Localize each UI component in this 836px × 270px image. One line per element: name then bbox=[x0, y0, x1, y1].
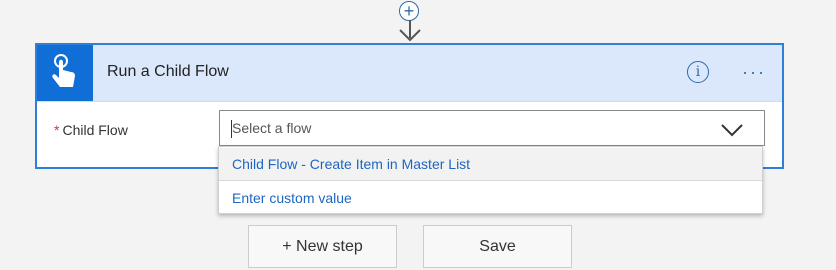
info-icon[interactable]: i bbox=[687, 61, 709, 83]
insert-step-button[interactable]: + bbox=[399, 1, 419, 21]
hand-tap-icon bbox=[52, 54, 75, 87]
save-button[interactable]: Save bbox=[423, 225, 572, 268]
child-flow-select-placeholder: Select a flow bbox=[232, 120, 312, 136]
arrow-down-icon bbox=[399, 20, 421, 42]
new-step-button[interactable]: + New step bbox=[248, 225, 397, 268]
required-marker: * bbox=[54, 122, 60, 138]
child-flow-label-text: Child Flow bbox=[62, 122, 128, 138]
plus-circle-icon: + bbox=[403, 1, 415, 21]
chevron-down-icon[interactable] bbox=[720, 123, 744, 137]
dropdown-item-custom-value[interactable]: Enter custom value bbox=[219, 182, 762, 215]
card-header[interactable]: Run a Child Flow i ··· bbox=[37, 45, 782, 102]
flow-designer-canvas: + Run a Child Flow i ··· * Child Flow Sel… bbox=[0, 0, 836, 270]
card-title: Run a Child Flow bbox=[107, 63, 229, 80]
more-options-icon[interactable]: ··· bbox=[742, 63, 772, 81]
flow-dropdown-menu: Child Flow - Create Item in Master List … bbox=[218, 146, 763, 214]
child-flow-label: * Child Flow bbox=[54, 122, 128, 138]
dropdown-item-child-flow[interactable]: Child Flow - Create Item in Master List bbox=[219, 148, 762, 181]
child-flow-select[interactable]: Select a flow bbox=[219, 110, 765, 146]
action-icon-tile bbox=[37, 45, 93, 101]
